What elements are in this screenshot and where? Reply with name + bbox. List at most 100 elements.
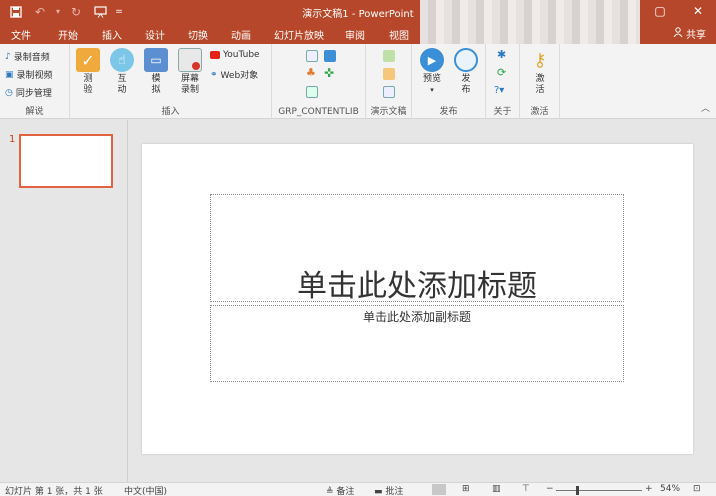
share-button[interactable]: 共享	[673, 26, 706, 41]
subtitle-placeholder-text: 单击此处添加副标题	[362, 310, 471, 324]
interaction-button[interactable]: ☝ 互 动	[108, 48, 136, 96]
group-explain: ♪ 录制音频 ▣ 录制视频 ◷ 同步管理 解说	[0, 44, 70, 119]
tab-transitions[interactable]: 切换	[188, 27, 208, 42]
group-label-about: 关于	[493, 107, 512, 117]
group-presentation: 演示文稿	[366, 44, 412, 119]
notes-button[interactable]: ≜ 备注	[326, 484, 354, 496]
group-label-insert: 插入	[161, 107, 180, 117]
tab-design[interactable]: 设计	[145, 27, 165, 42]
tab-review[interactable]: 审阅	[345, 27, 365, 42]
group-about: ✱ ⟳ ?▾ 关于	[486, 44, 520, 119]
slide-editor: 单击此处添加标题 单击此处添加副标题	[129, 120, 716, 482]
status-bar: 幻灯片 第 1 张，共 1 张 中文(中国) ≜ 备注 ▬ 批注 ⊞ ▥ ⊤ −…	[0, 482, 716, 496]
slide-thumbnails-pane: 1	[0, 120, 128, 482]
simulation-button[interactable]: ▭ 模 拟	[142, 48, 170, 96]
publish-button[interactable]: 发 布	[452, 48, 480, 96]
touch-icon: ☝	[110, 48, 134, 72]
layout-icon[interactable]	[383, 68, 395, 80]
chat-bubble-icon: ▭	[144, 48, 168, 72]
sync-manage-label: 同步管理	[15, 89, 52, 99]
tab-view[interactable]: 视图	[389, 27, 409, 42]
screenshot-icon[interactable]	[383, 86, 395, 98]
screen-record-icon	[178, 48, 202, 72]
quiz-label-2: 验	[83, 85, 93, 95]
play-icon: ▶	[420, 48, 444, 72]
slideshow-icon[interactable]: ⊤	[522, 484, 530, 494]
group-insert: ✓ 测 验 ☝ 互 动 ▭ 模 拟 屏幕 录制 YouTube ⚭ Web对象	[70, 44, 272, 119]
ribbon: ♪ 录制音频 ▣ 录制视频 ◷ 同步管理 解说 ✓ 测 验 ☝ 互 动 ▭ 模 …	[0, 44, 716, 119]
reading-view-icon[interactable]: ▥	[492, 484, 501, 494]
zoom-level[interactable]: 54%	[660, 484, 680, 494]
record-audio-label: 录制音频	[13, 53, 50, 63]
sync-manage-button[interactable]: ◷ 同步管理	[5, 86, 52, 100]
simulation-label-2: 拟	[151, 85, 161, 95]
slide-sorter-icon[interactable]: ⊞	[462, 484, 470, 494]
comment-icon: ▬	[374, 487, 383, 496]
notes-icon: ≜	[326, 487, 334, 496]
web-object-button[interactable]: ⚭ Web对象	[210, 68, 258, 82]
slide-count: 幻灯片 第 1 张，共 1 张	[5, 487, 103, 496]
title-placeholder[interactable]: 单击此处添加标题	[210, 194, 624, 304]
screen-record-label-2: 录制	[180, 85, 199, 95]
tab-file[interactable]: 文件	[11, 27, 31, 42]
close-button[interactable]: ✕	[686, 2, 710, 20]
slide-canvas[interactable]: 单击此处添加标题 单击此处添加副标题	[142, 144, 693, 454]
subtitle-placeholder[interactable]: 单击此处添加副标题	[210, 305, 624, 382]
comments-button[interactable]: ▬ 批注	[374, 484, 403, 496]
clock-icon: ◷	[5, 87, 13, 98]
microphone-icon: ♪	[5, 51, 11, 62]
record-audio-button[interactable]: ♪ 录制音频	[5, 50, 50, 64]
group-label-explain: 解说	[25, 107, 44, 117]
interaction-label-1: 互	[117, 74, 127, 84]
people-icon[interactable]: ♣	[306, 66, 316, 79]
screen-record-button[interactable]: 屏幕 录制	[174, 48, 206, 96]
tab-animations[interactable]: 动画	[231, 27, 251, 42]
tab-home[interactable]: 开始	[58, 27, 78, 42]
record-video-button[interactable]: ▣ 录制视频	[5, 68, 53, 82]
restore-button[interactable]: ▢	[648, 2, 672, 20]
group-publish: ▶ 预览 ▾ 发 布 发布	[412, 44, 486, 119]
activate-button[interactable]: ⚷ 激 活	[526, 48, 554, 96]
slide-thumbnail[interactable]	[19, 134, 113, 188]
slide-icon[interactable]	[383, 50, 395, 62]
activate-label-1: 激	[535, 74, 545, 84]
key-icon: ⚷	[533, 49, 547, 71]
quiz-label-1: 测	[83, 74, 93, 84]
character-icon[interactable]	[324, 50, 336, 62]
puzzle-icon[interactable]: ✜	[324, 66, 334, 80]
tab-insert[interactable]: 插入	[102, 27, 122, 42]
normal-view-icon[interactable]	[432, 484, 446, 495]
refresh-icon[interactable]: ⟳	[497, 66, 506, 79]
group-label-presentation: 演示文稿	[370, 107, 407, 117]
zoom-slider-thumb[interactable]	[576, 486, 579, 495]
fit-window-icon[interactable]: ⊡	[693, 484, 701, 494]
gear-icon[interactable]: ✱	[497, 48, 506, 61]
group-label-publish: 发布	[439, 107, 458, 117]
activate-label-2: 活	[535, 85, 545, 95]
help-icon[interactable]: ?▾	[494, 85, 504, 96]
user-icon	[673, 27, 683, 40]
record-video-label: 录制视频	[16, 71, 53, 81]
web-object-icon: ⚭	[210, 69, 218, 80]
interaction-label-2: 动	[117, 85, 127, 95]
zoom-out-icon[interactable]: −	[546, 484, 554, 494]
comments-label: 批注	[385, 487, 404, 496]
tab-slideshow[interactable]: 幻灯片放映	[274, 27, 324, 42]
simulation-label-1: 模	[151, 74, 161, 84]
preview-label: 预览	[422, 74, 441, 84]
preview-button[interactable]: ▶ 预览 ▾	[418, 48, 446, 96]
image-icon[interactable]	[306, 50, 318, 62]
quiz-button[interactable]: ✓ 测 验	[74, 48, 102, 96]
youtube-button[interactable]: YouTube	[210, 50, 260, 60]
group-label-contentlib: GRP_CONTENTLIB	[278, 107, 359, 117]
group-activate: ⚷ 激 活 激活	[520, 44, 560, 119]
video-icon: ▣	[5, 69, 14, 80]
title-placeholder-text: 单击此处添加标题	[297, 269, 537, 304]
quiz-icon: ✓	[76, 48, 100, 72]
picture-icon[interactable]	[306, 86, 318, 98]
group-contentlib: ♣ ✜ GRP_CONTENTLIB	[272, 44, 366, 119]
language-indicator[interactable]: 中文(中国)	[124, 484, 167, 496]
zoom-in-icon[interactable]: +	[645, 484, 653, 494]
collapse-ribbon-icon[interactable]: ︿	[701, 101, 710, 114]
zoom-slider-track[interactable]	[556, 490, 642, 491]
